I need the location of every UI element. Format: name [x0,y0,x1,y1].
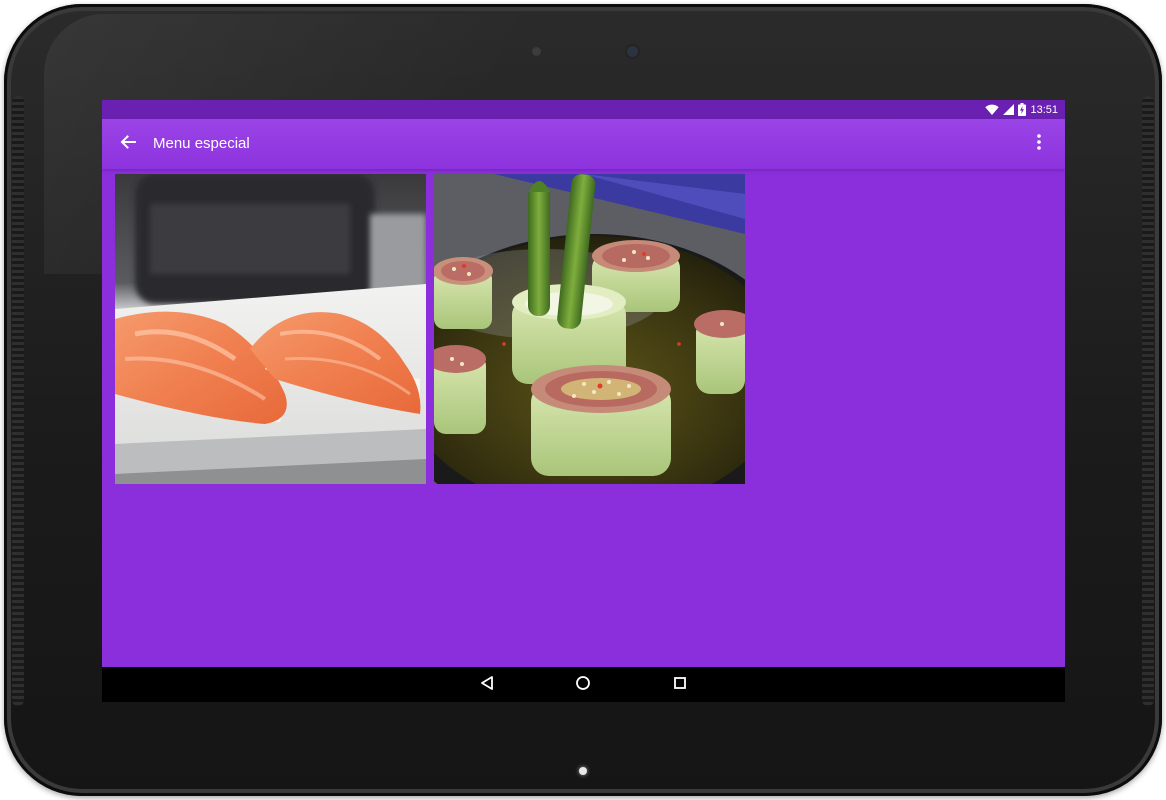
nav-recents-button[interactable] [668,673,692,697]
nav-back-icon [480,675,494,696]
wifi-icon [985,104,1000,116]
nav-recents-icon [673,676,687,695]
cell-signal-icon [1003,104,1015,115]
cucumber-rolls-asparagus-photo [434,174,745,484]
page-title: Menu especial [153,135,250,152]
notification-led [579,767,587,775]
nav-back-button[interactable] [475,673,499,697]
light-sensor [532,47,541,56]
gallery-tile-salmon-nigiri[interactable] [115,174,426,484]
back-button[interactable] [116,132,140,156]
overflow-menu-button[interactable] [1029,132,1049,156]
system-nav-bar [102,667,1065,702]
clock: 13:51 [1030,103,1058,116]
device-screen: 13:51 Menu especial [102,100,1065,702]
front-camera [627,46,638,57]
more-vert-icon [1037,133,1041,155]
app-toolbar: Menu especial [102,119,1065,169]
arrow-back-icon [120,134,136,155]
nav-home-button[interactable] [571,673,595,697]
gallery-tile-cucumber-rolls[interactable] [434,174,745,484]
nav-home-icon [575,675,591,696]
speaker-grille-right [1142,96,1154,706]
status-icons: 13:51 [985,102,1058,117]
status-bar: 13:51 [102,100,1065,119]
speaker-grille-left [12,96,24,706]
salmon-nigiri-photo [115,174,426,484]
battery-charging-icon [1018,103,1027,116]
